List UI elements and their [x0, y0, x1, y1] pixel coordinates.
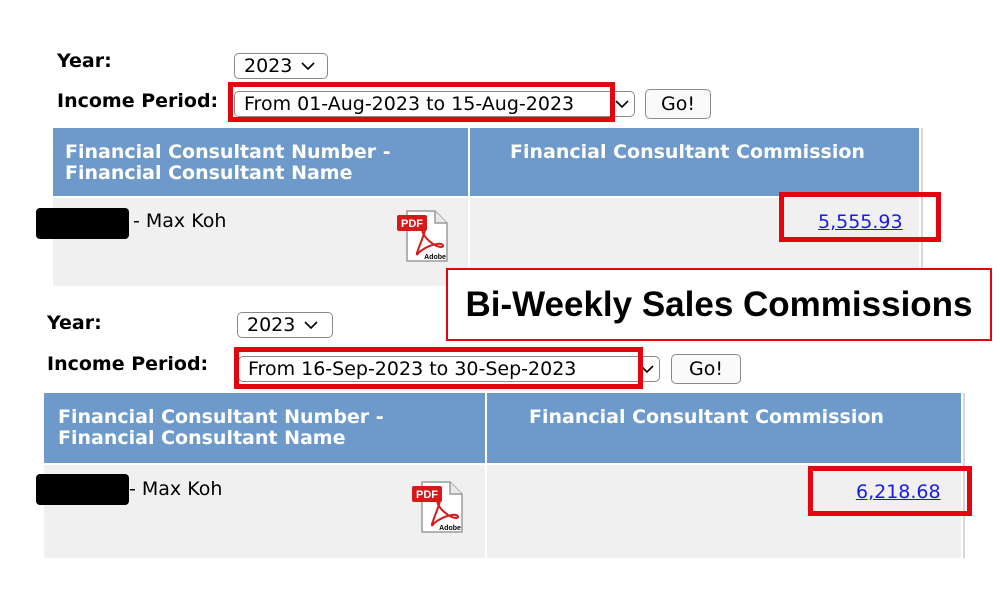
col-header-consultant: Financial Consultant Number - Financial …	[53, 128, 468, 196]
col-header-commission: Financial Consultant Commission	[487, 393, 961, 463]
year-select-value: 2023	[247, 314, 296, 336]
consultant-name: - Max Koh	[133, 210, 227, 232]
year-label: Year:	[57, 50, 112, 72]
income-period-value: From 01-Aug-2023 to 15-Aug-2023	[244, 93, 575, 115]
commission-link[interactable]: 6,218.68	[856, 481, 941, 503]
callout-label: Bi-Weekly Sales Commissions	[446, 268, 992, 341]
chevron-down-icon	[301, 62, 315, 71]
income-period-select[interactable]: From 01-Aug-2023 to 15-Aug-2023	[234, 91, 635, 117]
pdf-icon[interactable]: PDF Adobe	[395, 207, 451, 267]
table-divider	[921, 128, 923, 286]
svg-text:PDF: PDF	[416, 489, 438, 501]
svg-text:PDF: PDF	[401, 218, 423, 230]
svg-text:Adobe: Adobe	[424, 254, 446, 261]
col-header-commission: Financial Consultant Commission	[470, 128, 919, 196]
redacted-number	[36, 208, 129, 239]
year-select[interactable]: 2023	[234, 53, 328, 79]
svg-text:Adobe: Adobe	[439, 525, 461, 532]
year-select[interactable]: 2023	[237, 312, 333, 338]
year-select-value: 2023	[244, 55, 293, 77]
chevron-down-icon	[640, 365, 654, 374]
chevron-down-icon	[615, 100, 629, 109]
col-header-consultant: Financial Consultant Number - Financial …	[44, 393, 485, 463]
pdf-icon[interactable]: PDF Adobe	[410, 478, 466, 538]
table-divider	[963, 393, 965, 558]
consultant-name: - Max Koh	[129, 478, 223, 500]
income-period-label: Income Period:	[47, 353, 209, 375]
go-button[interactable]: Go!	[645, 89, 711, 119]
chevron-down-icon	[304, 321, 318, 330]
income-period-select[interactable]: From 16-Sep-2023 to 30-Sep-2023	[238, 356, 660, 382]
commission-cell	[487, 465, 961, 558]
income-period-label: Income Period:	[57, 90, 219, 112]
year-label: Year:	[47, 312, 102, 334]
income-period-value: From 16-Sep-2023 to 30-Sep-2023	[248, 358, 577, 380]
commission-link[interactable]: 5,555.93	[818, 211, 903, 233]
go-button[interactable]: Go!	[671, 354, 741, 384]
redacted-number	[36, 474, 129, 505]
